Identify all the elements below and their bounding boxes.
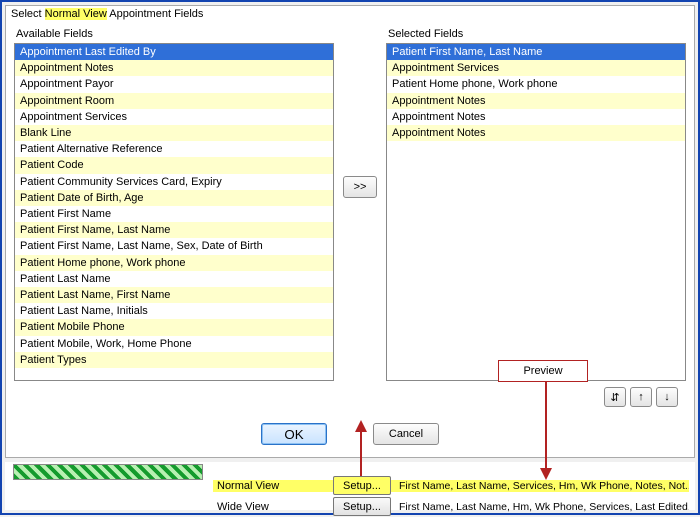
dialog-button-row: OK Cancel bbox=[6, 413, 694, 457]
list-item[interactable]: Patient Date of Birth, Age bbox=[15, 190, 333, 206]
list-item[interactable]: Patient Mobile, Work, Home Phone bbox=[15, 336, 333, 352]
cancel-button[interactable]: Cancel bbox=[373, 423, 439, 445]
ok-button[interactable]: OK bbox=[261, 423, 327, 445]
list-item[interactable]: Patient Alternative Reference bbox=[15, 141, 333, 157]
field-selector-dialog: Select Normal View Appointment Fields Av… bbox=[5, 5, 695, 458]
normal-view-preview: First Name, Last Name, Services, Hm, Wk … bbox=[391, 480, 689, 492]
wide-view-preview: First Name, Last Name, Hm, Wk Phone, Ser… bbox=[391, 501, 689, 513]
move-right-button[interactable]: >> bbox=[343, 176, 377, 198]
list-item[interactable]: Appointment Notes bbox=[387, 93, 685, 109]
view-rows: Normal View Setup... First Name, Last Na… bbox=[213, 475, 689, 517]
title-prefix: Select bbox=[11, 8, 45, 20]
available-listbox[interactable]: Appointment Last Edited ByAppointment No… bbox=[14, 43, 334, 381]
title-highlight: Normal View bbox=[45, 8, 107, 20]
normal-view-label: Normal View bbox=[213, 480, 333, 492]
sort-alpha-button[interactable]: ⇵ bbox=[604, 387, 626, 407]
list-item[interactable]: Patient Home phone, Work phone bbox=[387, 76, 685, 92]
dialog-title: Select Normal View Appointment Fields bbox=[6, 6, 694, 22]
preview-callout-label: Preview bbox=[523, 365, 562, 377]
selected-listbox[interactable]: Patient First Name, Last NameAppointment… bbox=[386, 43, 686, 381]
wide-view-row: Wide View Setup... First Name, Last Name… bbox=[213, 496, 689, 517]
list-item[interactable]: Appointment Services bbox=[387, 60, 685, 76]
list-item[interactable]: Patient Types bbox=[15, 352, 333, 368]
normal-view-row: Normal View Setup... First Name, Last Na… bbox=[213, 475, 689, 496]
list-item[interactable]: Patient Last Name, First Name bbox=[15, 287, 333, 303]
list-item[interactable]: Patient Last Name, Initials bbox=[15, 303, 333, 319]
list-item[interactable]: Patient Last Name bbox=[15, 271, 333, 287]
available-label: Available Fields bbox=[14, 26, 334, 43]
list-item[interactable]: Appointment Room bbox=[15, 93, 333, 109]
selected-label: Selected Fields bbox=[386, 26, 686, 43]
columns: Available Fields Appointment Last Edited… bbox=[6, 22, 694, 413]
list-item[interactable]: Patient Home phone, Work phone bbox=[15, 255, 333, 271]
bottom-area: Normal View Setup... First Name, Last Na… bbox=[5, 462, 695, 510]
list-item[interactable]: Appointment Payor bbox=[15, 76, 333, 92]
list-item[interactable]: Patient First Name, Last Name bbox=[387, 44, 685, 60]
title-suffix: Appointment Fields bbox=[107, 8, 204, 20]
sort-buttons: ⇵ ↑ ↓ bbox=[386, 381, 686, 407]
move-column: >> bbox=[340, 26, 380, 413]
move-down-button[interactable]: ↓ bbox=[656, 387, 678, 407]
wide-view-setup-button[interactable]: Setup... bbox=[333, 497, 391, 516]
preview-callout: Preview bbox=[498, 360, 588, 382]
appointment-hatch bbox=[13, 464, 203, 480]
list-item[interactable]: Blank Line bbox=[15, 125, 333, 141]
normal-view-setup-button[interactable]: Setup... bbox=[333, 476, 391, 495]
list-item[interactable]: Patient Code bbox=[15, 157, 333, 173]
list-item[interactable]: Appointment Notes bbox=[15, 60, 333, 76]
wide-view-label: Wide View bbox=[213, 501, 333, 513]
move-up-button[interactable]: ↑ bbox=[630, 387, 652, 407]
list-item[interactable]: Patient Community Services Card, Expiry bbox=[15, 174, 333, 190]
list-item[interactable]: Patient First Name bbox=[15, 206, 333, 222]
list-item[interactable]: Appointment Notes bbox=[387, 125, 685, 141]
available-column: Available Fields Appointment Last Edited… bbox=[14, 26, 334, 413]
selected-column: Selected Fields Patient First Name, Last… bbox=[386, 26, 686, 413]
list-item[interactable]: Appointment Services bbox=[15, 109, 333, 125]
list-item[interactable]: Appointment Notes bbox=[387, 109, 685, 125]
list-item[interactable]: Patient First Name, Last Name, Sex, Date… bbox=[15, 238, 333, 254]
list-item[interactable]: Patient First Name, Last Name bbox=[15, 222, 333, 238]
list-item[interactable]: Patient Mobile Phone bbox=[15, 319, 333, 335]
list-item[interactable]: Appointment Last Edited By bbox=[15, 44, 333, 60]
